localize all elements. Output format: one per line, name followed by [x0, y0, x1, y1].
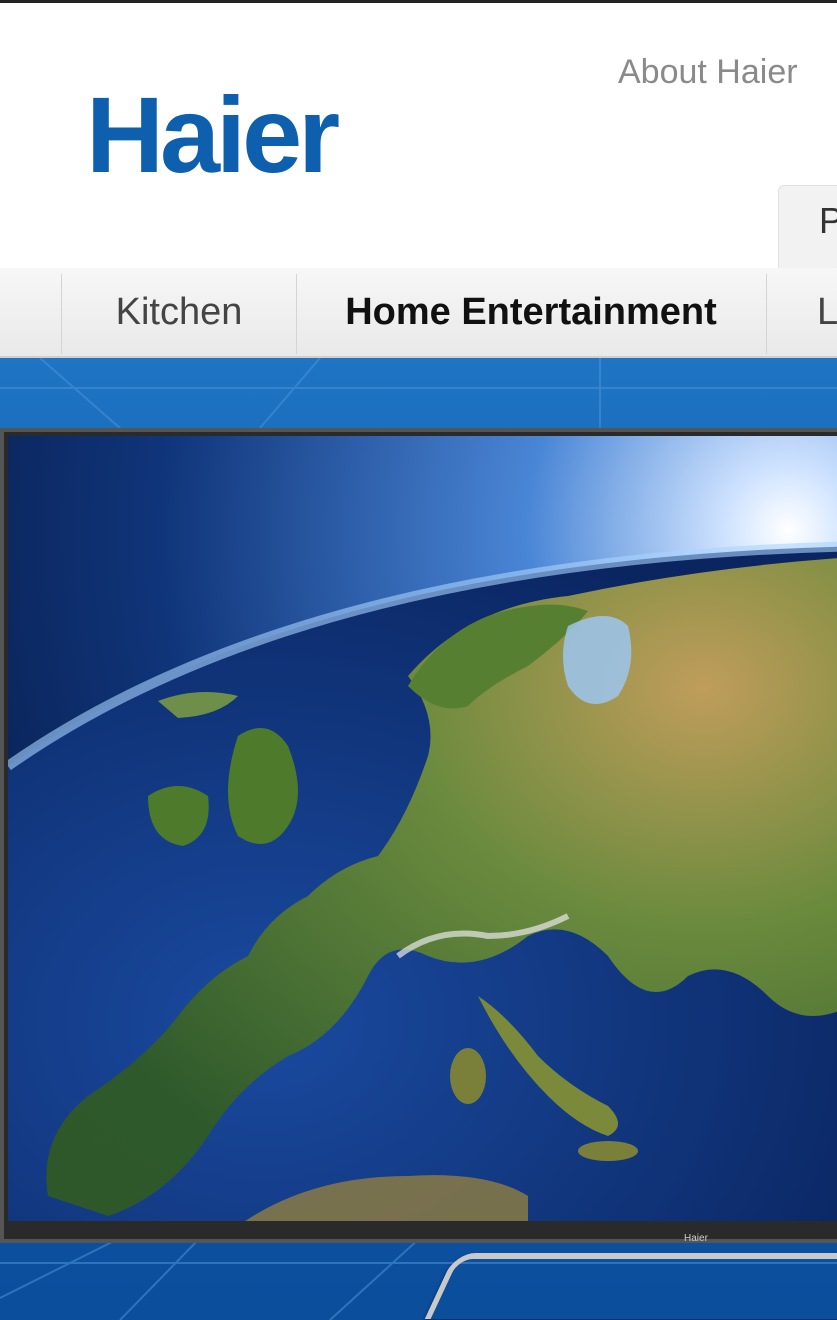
nav-item-label: L	[817, 290, 837, 333]
europe-map-illustration	[8, 541, 837, 1221]
tv-frame: Haier	[0, 428, 837, 1244]
about-haier-link[interactable]: About Haier	[618, 53, 798, 92]
hero-banner[interactable]: Haier	[0, 358, 837, 1320]
tv-brand-label: Haier	[684, 1233, 708, 1244]
haier-logo[interactable]: Haier	[86, 81, 340, 189]
header-tab-label: P	[819, 200, 837, 241]
nav-item-kitchen[interactable]: Kitchen	[62, 268, 296, 356]
nav-item-home-entertainment[interactable]: Home Entertainment	[297, 268, 765, 356]
site-header: Haier About Haier P	[0, 3, 837, 272]
header-tab-partial[interactable]: P	[778, 185, 837, 272]
nav-item-label: Kitchen	[115, 290, 243, 333]
nav-item-partial[interactable]: L	[767, 268, 837, 356]
tv-screen-earth-image	[8, 436, 837, 1221]
nav-item-label: Home Entertainment	[345, 290, 717, 333]
tv-stand	[424, 1253, 837, 1319]
category-nav: Kitchen Home Entertainment L	[0, 268, 837, 358]
